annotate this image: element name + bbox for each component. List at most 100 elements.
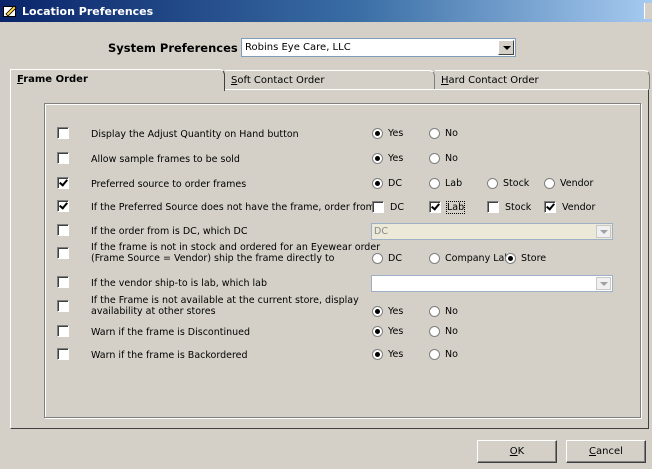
option-label: Lab [445, 178, 463, 189]
option-label: Yes [388, 326, 404, 337]
override-label-line: Warn if the frame is Discontinued [91, 327, 251, 338]
option-label: No [445, 128, 458, 139]
location-select[interactable]: Robins Eye Care, LLC [241, 38, 516, 57]
close-button[interactable] [644, 3, 652, 19]
tab-soft-contact-order[interactable]: Soft Contact Order [225, 70, 435, 89]
radio-button-icon[interactable] [429, 306, 440, 317]
override-label: Warn if the frame is Discontinued [91, 327, 250, 338]
radio-button-icon[interactable] [372, 253, 383, 264]
override-checkbox[interactable] [57, 247, 69, 259]
override-label-line: Warn if the frame is Backordered [91, 350, 248, 361]
dc-select[interactable]: DC [371, 223, 613, 240]
override-label-line: Allow sample frames to be sold [91, 154, 240, 165]
radio-option[interactable]: Yes [372, 306, 403, 317]
radio-button-icon[interactable] [429, 326, 440, 337]
radio-option[interactable]: Yes [372, 153, 403, 164]
radio-option[interactable]: Yes [372, 326, 403, 337]
override-label-line: If the Preferred Source does not have th… [91, 202, 375, 213]
option-label: No [445, 153, 458, 164]
checkbox-icon[interactable] [429, 201, 441, 213]
radio-option[interactable]: Yes [372, 349, 403, 360]
tab-hard-contact-order[interactable]: Hard Contact Order [435, 70, 650, 89]
radio-option[interactable]: No [429, 349, 458, 360]
override-checkbox[interactable] [57, 224, 69, 236]
radio-button-icon[interactable] [372, 306, 383, 317]
option-label: Stock [503, 178, 530, 189]
option-label: Yes [388, 128, 404, 139]
radio-option[interactable]: Store [505, 253, 546, 264]
override-label-line: If the order from is DC, which DC [91, 226, 248, 237]
override-label-line: Preferred source to order frames [91, 179, 247, 190]
override-label: If the Preferred Source does not have th… [91, 202, 375, 213]
override-label-line: Display the Adjust Quantity on Hand butt… [91, 129, 299, 140]
cancel-button[interactable]: Cancel [566, 440, 646, 463]
radio-button-icon[interactable] [544, 178, 555, 189]
cancel-accel: C [589, 446, 597, 457]
option-label: Yes [388, 349, 404, 360]
chevron-down-icon[interactable] [596, 277, 611, 290]
tab-accel: H [441, 75, 449, 86]
radio-button-icon[interactable] [372, 178, 383, 189]
radio-button-icon[interactable] [505, 253, 516, 264]
checkbox-icon[interactable] [372, 201, 384, 213]
option-label: DC [388, 253, 402, 264]
radio-option[interactable]: Lab [429, 178, 462, 189]
radio-option[interactable]: No [429, 128, 458, 139]
radio-option[interactable]: Yes [372, 128, 403, 139]
radio-button-icon[interactable] [372, 349, 383, 360]
select-value: DC [374, 226, 388, 237]
option-label: Company Lab [445, 253, 511, 264]
checkbox-icon[interactable] [544, 201, 556, 213]
tab-strip: Frame Order Soft Contact Order Hard Cont… [10, 69, 652, 91]
override-label: If the frame is not in stock and ordered… [91, 242, 380, 264]
ok-accel: O [509, 446, 518, 457]
override-checkbox[interactable] [57, 325, 69, 337]
radio-button-icon[interactable] [372, 326, 383, 337]
system-prefs-label: System Preferences for [108, 41, 261, 55]
radio-option[interactable]: DC [372, 253, 402, 264]
chevron-down-icon[interactable] [596, 225, 611, 238]
override-checkbox[interactable] [57, 127, 69, 139]
radio-option[interactable]: Company Lab [429, 253, 510, 264]
override-checkbox[interactable] [57, 276, 69, 288]
location-select-value: Robins Eye Care, LLC [245, 42, 351, 53]
override-checkbox[interactable] [57, 177, 69, 189]
override-label: Preferred source to order frames [91, 179, 246, 190]
checkbox-option[interactable]: Vendor [544, 201, 595, 213]
option-label: Yes [388, 153, 404, 164]
radio-button-icon[interactable] [429, 178, 440, 189]
radio-button-icon[interactable] [372, 128, 383, 139]
override-checkbox[interactable] [57, 300, 69, 312]
radio-button-icon[interactable] [372, 153, 383, 164]
radio-button-icon[interactable] [429, 253, 440, 264]
checkbox-option[interactable]: DC [372, 201, 404, 213]
radio-button-icon[interactable] [429, 349, 440, 360]
checkbox-option[interactable]: Stock [487, 201, 531, 213]
radio-option[interactable]: No [429, 153, 458, 164]
radio-button-icon[interactable] [429, 128, 440, 139]
checkbox-icon[interactable] [487, 201, 499, 213]
radio-option[interactable]: No [429, 326, 458, 337]
radio-option[interactable]: No [429, 306, 458, 317]
lab-select[interactable] [371, 275, 613, 292]
ok-button[interactable]: OK [477, 440, 557, 463]
radio-option[interactable]: DC [372, 178, 402, 189]
option-label: Vendor [562, 201, 596, 213]
option-label: No [445, 326, 458, 337]
chevron-down-icon[interactable] [498, 40, 514, 55]
checkbox-option[interactable]: Lab [429, 200, 466, 214]
radio-button-icon[interactable] [429, 153, 440, 164]
override-checkbox[interactable] [57, 200, 69, 212]
tab-label: rame Order [23, 74, 88, 85]
radio-option[interactable]: Vendor [544, 178, 593, 189]
cancel-label: ancel [596, 446, 623, 457]
override-checkbox[interactable] [57, 152, 69, 164]
override-label-line: availability at other stores [91, 306, 216, 317]
override-checkbox[interactable] [57, 348, 69, 360]
tab-label: ard Contact Order [448, 75, 539, 86]
radio-option[interactable]: Stock [487, 178, 529, 189]
override-label: Allow sample frames to be sold [91, 154, 240, 165]
option-label: Vendor [560, 178, 594, 189]
tab-frame-order[interactable]: Frame Order [10, 69, 225, 91]
radio-button-icon[interactable] [487, 178, 498, 189]
